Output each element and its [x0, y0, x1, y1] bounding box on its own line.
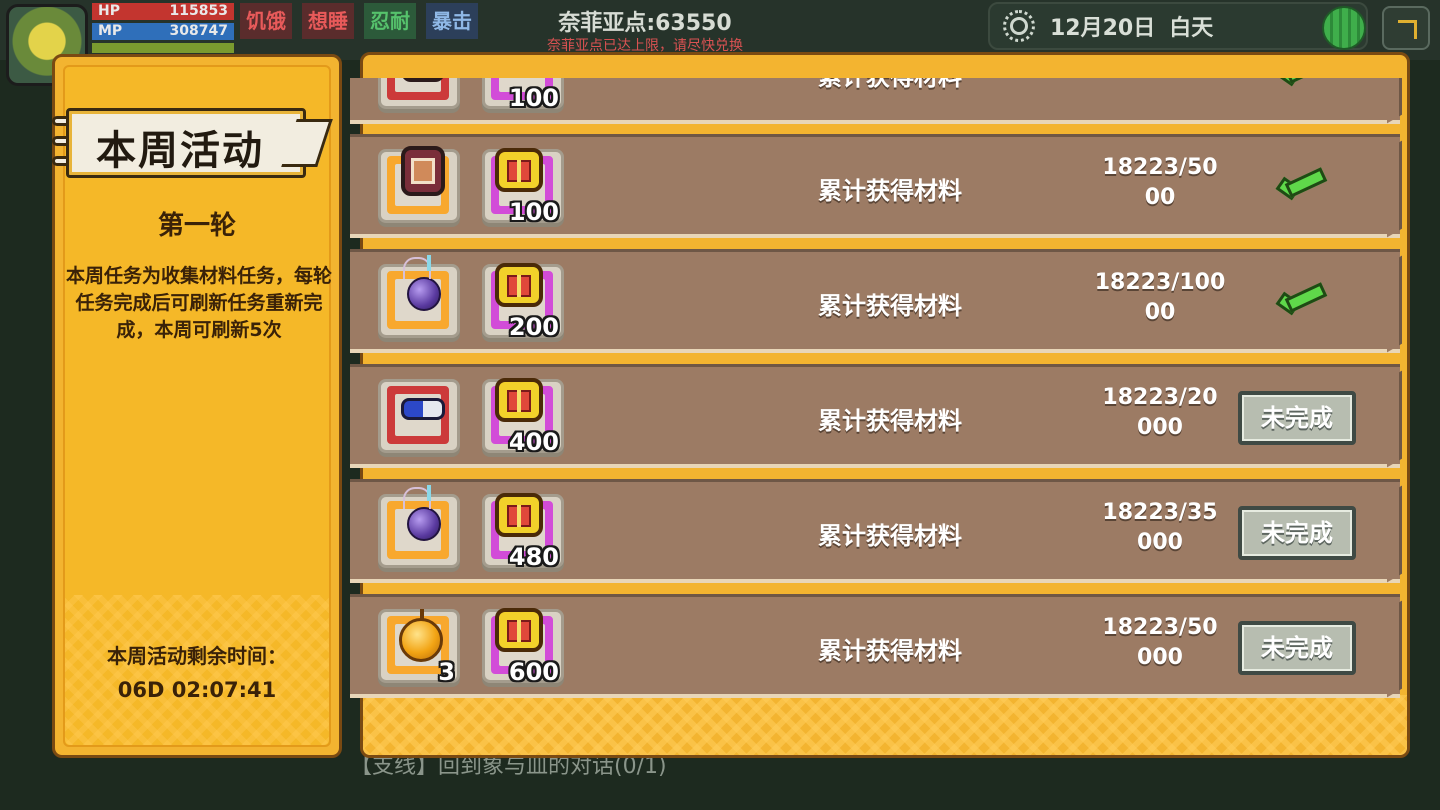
pill-icon: [401, 398, 445, 420]
time-of-day-text: 白天: [1169, 16, 1214, 41]
check-icon: [1276, 286, 1322, 314]
progress-line: 00: [1144, 185, 1176, 210]
reward-slot[interactable]: 100: [482, 148, 564, 226]
reward-quantity: 480: [508, 543, 559, 571]
panel-pattern: [363, 695, 1407, 755]
progress-line: 00: [1144, 300, 1176, 325]
incomplete-button[interactable]: 未完成: [1238, 621, 1356, 675]
material-slot[interactable]: [378, 379, 460, 453]
cake-icon: [401, 146, 445, 196]
progress-line: 18223/100: [1094, 270, 1226, 295]
status-badge-hunger: 饥饿: [240, 3, 292, 39]
task-label: 累计获得材料: [818, 292, 962, 320]
reward-quantity: 100: [508, 84, 559, 112]
progress-line: 000: [1137, 415, 1183, 440]
apple-icon: [399, 609, 443, 662]
material-slot[interactable]: [378, 78, 460, 109]
status-badge-sleepy: 想睡: [302, 3, 354, 39]
panel-title: 本周活动: [96, 128, 264, 174]
gift-icon: [495, 263, 543, 307]
reward-quantity: 600: [508, 658, 559, 686]
date-text: 12月20日: [1050, 16, 1156, 41]
task-label: 累计获得材料: [818, 522, 962, 550]
task-row: 400 累计获得材料 18223/20 000 未完成: [350, 364, 1400, 468]
gem-icon: [403, 255, 441, 311]
reward-slot[interactable]: 100: [482, 78, 564, 112]
mp-bar: MP 308747: [92, 23, 234, 40]
task-list[interactable]: 100累计获得材料00100累计获得材料18223/5000200累计获得材料1…: [350, 78, 1405, 698]
material-slot[interactable]: [378, 255, 460, 338]
task-progress: 18223/100 00: [1080, 268, 1240, 328]
exit-icon: [1398, 20, 1417, 39]
material-slot[interactable]: [378, 485, 460, 568]
title-banner: 本周活动: [52, 108, 322, 178]
reward-quantity: 400: [508, 428, 559, 456]
reward-slot[interactable]: 200: [482, 263, 564, 341]
task-row: 100 累计获得材料 18223/50 00: [350, 134, 1400, 238]
task-label: 累计获得材料: [818, 407, 962, 435]
incomplete-button[interactable]: 未完成: [1238, 391, 1356, 445]
remaining-time-value: 06D 02:07:41: [117, 678, 277, 702]
material-slot[interactable]: 3: [378, 609, 460, 686]
round-title: 第一轮: [157, 211, 236, 241]
progress-line: 000: [1137, 530, 1183, 555]
task-progress: 18223/50 00: [1080, 153, 1240, 213]
task-progress: 18223/50 000: [1080, 613, 1240, 673]
progress-line: 18223/50: [1102, 615, 1218, 640]
reward-slot[interactable]: 480: [482, 493, 564, 571]
remaining-time-label: 本周活动剩余时间：: [107, 644, 287, 668]
sun-icon: [1002, 9, 1036, 43]
panel-pattern: [65, 595, 329, 745]
task-row: 200 累计获得材料 18223/100 00: [350, 249, 1400, 353]
incomplete-button[interactable]: 未完成: [1238, 506, 1356, 560]
mp-label: MP: [98, 23, 123, 39]
task-progress: 18223/20 000: [1080, 383, 1240, 443]
globe-icon[interactable]: [1322, 6, 1366, 50]
material-slot[interactable]: [378, 146, 460, 223]
reward-quantity: 100: [508, 198, 559, 226]
hp-label: HP: [98, 3, 120, 19]
mp-value: 308747: [169, 23, 228, 39]
progress-line: 18223/20: [1102, 385, 1218, 410]
nf-points: 奈菲亚点:63550: [558, 11, 732, 36]
cake-icon: [401, 78, 445, 82]
task-label: 累计获得材料: [770, 78, 1010, 92]
task-label: 累计获得材料: [818, 177, 962, 205]
status-badge-crit: 暴击: [426, 3, 478, 39]
gift-icon: [495, 493, 543, 537]
gem-icon: [403, 485, 441, 541]
exit-button[interactable]: [1382, 6, 1430, 50]
task-row: 480 累计获得材料 18223/35 000 未完成: [350, 479, 1400, 583]
sp-bar: [92, 43, 234, 53]
date-display: 12月20日 白天: [988, 2, 1368, 50]
task-row: 100累计获得材料00: [350, 78, 1400, 124]
gift-icon: [495, 148, 543, 192]
gift-icon: [495, 378, 543, 422]
hp-bar: HP 115853: [92, 3, 234, 20]
hp-value: 115853: [169, 3, 228, 19]
reward-slot[interactable]: 400: [482, 378, 564, 456]
check-icon: [1276, 78, 1322, 85]
task-progress: 18223/35 000: [1080, 498, 1240, 558]
reward-quantity: 200: [508, 313, 559, 341]
check-icon: [1276, 171, 1322, 199]
task-row: 3 600 累计获得材料 18223/50 000 未完成: [350, 594, 1400, 698]
progress-line: 000: [1137, 645, 1183, 670]
reward-slot[interactable]: 600: [482, 608, 564, 686]
activity-description: 本周任务为收集材料任务，每轮任务完成后可刷新任务重新完成，本周可刷新5次: [65, 265, 332, 341]
task-label: 累计获得材料: [818, 637, 962, 665]
progress-line: 18223/35: [1102, 500, 1218, 525]
progress-line: 18223/50: [1102, 155, 1218, 180]
material-quantity: 3: [438, 658, 455, 686]
gift-icon: [495, 608, 543, 652]
status-badge-endure: 忍耐: [364, 3, 416, 39]
